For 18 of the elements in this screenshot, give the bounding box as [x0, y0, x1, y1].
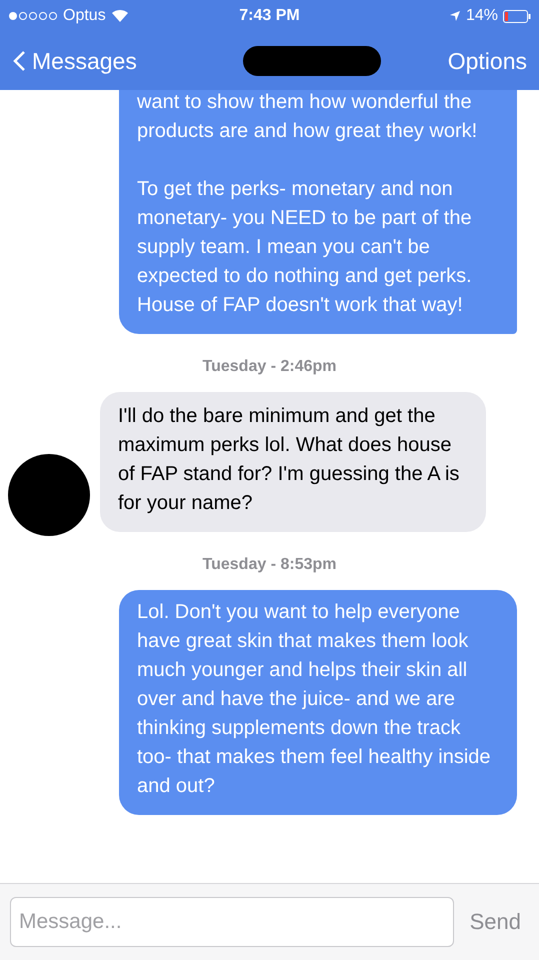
options-button[interactable]: Options: [448, 48, 527, 74]
location-icon: [448, 10, 461, 22]
message-input[interactable]: Message...: [10, 897, 454, 947]
timestamp: Tuesday - 8:53pm: [202, 556, 338, 574]
battery-icon: [503, 10, 531, 22]
send-button[interactable]: Send: [470, 909, 529, 935]
signal-icon: [8, 11, 58, 21]
wifi-icon: [110, 9, 129, 23]
carrier-name: Optus: [63, 7, 106, 25]
sent-message-bubble: Lol. Don't you want to help everyone have great skin that makes them look much younger and helps their skin all over and have the juice- and we are thinking supplements down the track too- that makes them feel healthy inside and out?: [119, 590, 517, 815]
avatar-icon: [8, 454, 90, 536]
timestamp: Tuesday - 2:46pm: [202, 358, 338, 376]
clock-time: 7:43 PM: [239, 7, 300, 25]
sent-message-bubble: want to show them how wonderful the products are and how great they work! To get the perks- monetary and non monetary- you NEED to be part of the supply team. I mean you can't be expected to do nothing and get perks. House of FAP doesn't work that way!: [119, 90, 517, 334]
received-message-bubble: I'll do the bare minimum and get the maximum perks lol. What does house of FAP stand for? I'm guessing the A is for your name?: [100, 392, 486, 532]
battery-percent: 14%: [466, 7, 498, 25]
back-button[interactable]: Messages: [12, 48, 137, 74]
chevron-left-icon: [12, 50, 26, 72]
